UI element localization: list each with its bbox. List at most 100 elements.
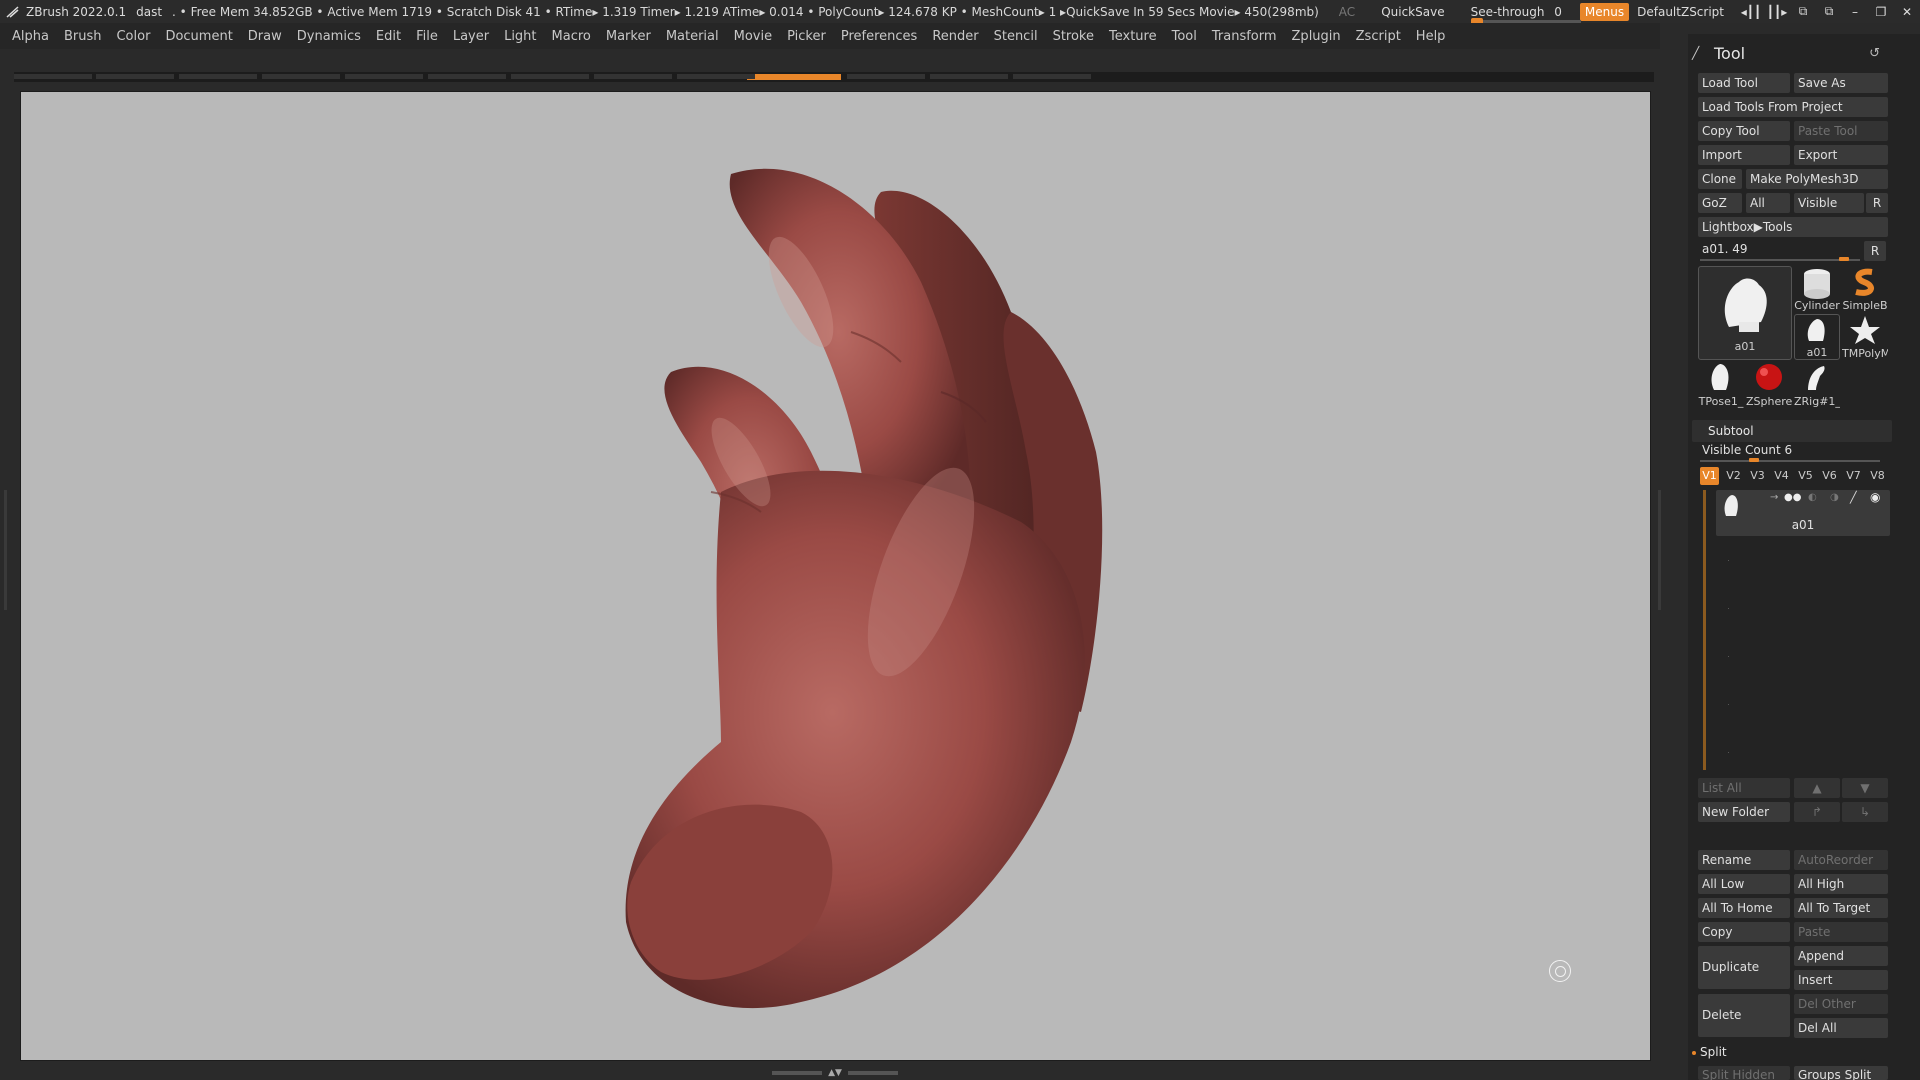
default-zscript-button[interactable]: DefaultZScript	[1637, 5, 1724, 19]
document-tab[interactable]	[179, 74, 257, 79]
menu-help[interactable]: Help	[1416, 29, 1446, 44]
menu-tool[interactable]: Tool	[1172, 29, 1197, 44]
menu-material[interactable]: Material	[666, 29, 719, 44]
right-tray-handle[interactable]	[1656, 490, 1664, 610]
groups-split-button[interactable]: Groups Split	[1794, 1066, 1888, 1080]
document-tab[interactable]	[345, 74, 423, 79]
del-other-button[interactable]: Del Other	[1794, 994, 1888, 1014]
thumb-tmpolymesh[interactable]: TMPolyM	[1842, 314, 1888, 360]
document-tab[interactable]	[677, 74, 755, 79]
active-document-tab[interactable]	[747, 74, 841, 80]
thumb-zsphere[interactable]: ZSphere	[1746, 360, 1792, 408]
document-tab[interactable]	[930, 74, 1008, 79]
menu-stencil[interactable]: Stencil	[994, 29, 1038, 44]
view-tab-v8[interactable]: V8	[1868, 467, 1887, 485]
thumb-tpose[interactable]: TPose1_	[1698, 360, 1744, 408]
subtool-brush-icon[interactable]: ╱	[1850, 491, 1857, 504]
goz-button[interactable]: GoZ	[1698, 193, 1742, 213]
collapse-right-icon[interactable]: ┃┃▸	[1764, 5, 1790, 19]
collapse-left-icon[interactable]: ◂┃┃	[1738, 5, 1764, 19]
split-section-header[interactable]: Split	[1692, 1045, 1727, 1059]
clone-button[interactable]: Clone	[1698, 169, 1742, 189]
load-tools-from-project-button[interactable]: Load Tools From Project	[1698, 97, 1888, 117]
move-down-icon[interactable]: ▼	[1842, 778, 1888, 798]
lightbox-tools-button[interactable]: Lightbox▶Tools	[1698, 217, 1888, 237]
menu-layer[interactable]: Layer	[453, 29, 489, 44]
bottom-tray-handle[interactable]: ▲▼	[770, 1068, 900, 1078]
tray-toggle-icon[interactable]: ▲▼	[828, 1068, 842, 1078]
layout-icon[interactable]: ⧉	[1790, 4, 1816, 19]
subtool-item[interactable]: → ●● ◐ ◑ ╱ ◉ a01	[1716, 490, 1890, 536]
ac-toggle[interactable]: AC	[1339, 5, 1355, 19]
hand-model[interactable]	[21, 92, 1651, 1061]
thumb-a01-large[interactable]: a01	[1698, 266, 1792, 360]
subtool-eye-icon[interactable]: ◉	[1870, 490, 1880, 504]
left-tray-handle[interactable]	[0, 490, 8, 610]
make-polymesh3d-button[interactable]: Make PolyMesh3D	[1746, 169, 1888, 189]
view-tab-v3[interactable]: V3	[1748, 467, 1767, 485]
thumb-zrig[interactable]: ZRig#1_	[1794, 360, 1840, 408]
thumb-cylinder[interactable]: Cylinder	[1794, 266, 1840, 312]
export-button[interactable]: Export	[1794, 145, 1888, 165]
menu-document[interactable]: Document	[165, 29, 232, 44]
rename-button[interactable]: Rename	[1698, 850, 1790, 870]
subtool-move-icon[interactable]: →	[1770, 492, 1778, 503]
view-tab-v4[interactable]: V4	[1772, 467, 1791, 485]
paste-tool-button[interactable]: Paste Tool	[1794, 121, 1888, 141]
current-tool-slider-track[interactable]	[1700, 259, 1860, 261]
menu-alpha[interactable]: Alpha	[12, 29, 49, 44]
goz-r-button[interactable]: R	[1866, 193, 1888, 213]
menu-stroke[interactable]: Stroke	[1053, 29, 1094, 44]
menu-dynamics[interactable]: Dynamics	[297, 29, 361, 44]
new-folder-button[interactable]: New Folder	[1698, 802, 1790, 822]
import-button[interactable]: Import	[1698, 145, 1790, 165]
visible-count-knob[interactable]	[1749, 458, 1759, 462]
all-to-home-button[interactable]: All To Home	[1698, 898, 1790, 918]
list-all-button[interactable]: List All	[1698, 778, 1790, 798]
goz-visible-button[interactable]: Visible	[1794, 193, 1864, 213]
minimize-icon[interactable]: –	[1842, 5, 1868, 19]
split-hidden-button[interactable]: Split Hidden	[1698, 1066, 1790, 1080]
menu-zplugin[interactable]: Zplugin	[1292, 29, 1341, 44]
del-all-button[interactable]: Del All	[1794, 1018, 1888, 1038]
all-low-button[interactable]: All Low	[1698, 874, 1790, 894]
see-through-slider[interactable]: See-through 0	[1470, 5, 1581, 25]
subtool-dynamic-icon[interactable]: ◑	[1830, 492, 1839, 503]
menu-file[interactable]: File	[416, 29, 438, 44]
menu-color[interactable]: Color	[116, 29, 150, 44]
subtool-mode-icon[interactable]: ●●	[1784, 492, 1801, 503]
menu-picker[interactable]: Picker	[787, 29, 826, 44]
append-button[interactable]: Append	[1794, 946, 1888, 966]
document-tab[interactable]	[96, 74, 174, 79]
menu-preferences[interactable]: Preferences	[841, 29, 917, 44]
thumb-a01-small[interactable]: a01	[1794, 314, 1840, 360]
delete-button[interactable]: Delete	[1698, 994, 1790, 1037]
viewport-canvas[interactable]	[20, 91, 1651, 1061]
subtool-polypaint-icon[interactable]: ◐	[1808, 492, 1817, 503]
view-tab-v7[interactable]: V7	[1844, 467, 1863, 485]
tool-palette-header[interactable]: ╱ Tool ↺	[1688, 42, 1920, 64]
quicksave-button[interactable]: QuickSave	[1381, 5, 1444, 19]
all-to-target-button[interactable]: All To Target	[1794, 898, 1888, 918]
menu-draw[interactable]: Draw	[248, 29, 282, 44]
maximize-icon[interactable]: ❐	[1868, 5, 1894, 19]
save-as-button[interactable]: Save As	[1794, 73, 1888, 93]
folder-move-icon[interactable]: ↱	[1794, 802, 1840, 822]
document-tab[interactable]	[428, 74, 506, 79]
insert-button[interactable]: Insert	[1794, 970, 1888, 990]
menu-render[interactable]: Render	[932, 29, 978, 44]
visible-count-track[interactable]	[1700, 460, 1880, 462]
paste-subtool-button[interactable]: Paste	[1794, 922, 1888, 942]
view-tab-v6[interactable]: V6	[1820, 467, 1839, 485]
menu-movie[interactable]: Movie	[734, 29, 772, 44]
tool-slider-r-button[interactable]: R	[1864, 241, 1886, 261]
document-tab-strip[interactable]	[14, 72, 1654, 82]
document-tab[interactable]	[262, 74, 340, 79]
load-tool-button[interactable]: Load Tool	[1698, 73, 1790, 93]
move-up-icon[interactable]: ▲	[1794, 778, 1840, 798]
menu-transform[interactable]: Transform	[1212, 29, 1277, 44]
subtool-list[interactable]: → ●● ◐ ◑ ╱ ◉ a01	[1700, 490, 1890, 770]
menu-zscript[interactable]: Zscript	[1356, 29, 1401, 44]
menu-texture[interactable]: Texture	[1109, 29, 1157, 44]
copy-tool-button[interactable]: Copy Tool	[1698, 121, 1790, 141]
